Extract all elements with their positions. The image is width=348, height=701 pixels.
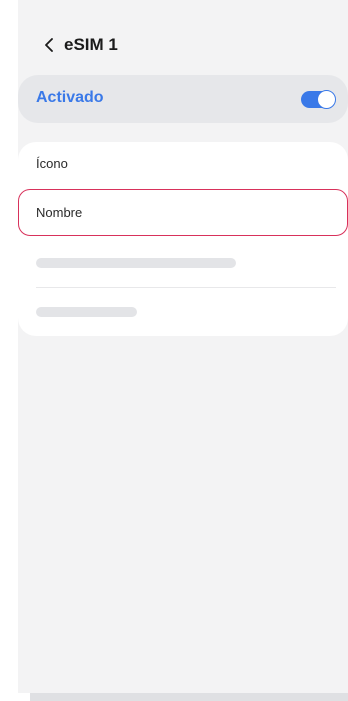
- switch-knob: [317, 90, 336, 109]
- page-title: eSIM 1: [64, 35, 118, 54]
- list-item-icon[interactable]: Ícono: [36, 156, 68, 171]
- toggle-label: Activado: [36, 89, 104, 106]
- esim-toggle-row[interactable]: Activado: [18, 75, 348, 123]
- placeholder-bar: [36, 307, 137, 317]
- list-item-name[interactable]: Nombre: [18, 189, 348, 236]
- activation-switch[interactable]: [301, 90, 336, 109]
- settings-screen: eSIM 1 Activado Ícono Nombre: [18, 0, 348, 693]
- app-header: eSIM 1: [18, 28, 348, 62]
- settings-list: Ícono Nombre: [18, 142, 348, 336]
- bottom-bar: [30, 693, 348, 701]
- chevron-left-icon: [45, 38, 53, 52]
- placeholder-bar: [36, 258, 236, 268]
- list-item-name-label: Nombre: [36, 205, 83, 220]
- divider: [36, 287, 336, 288]
- back-button[interactable]: [40, 36, 58, 54]
